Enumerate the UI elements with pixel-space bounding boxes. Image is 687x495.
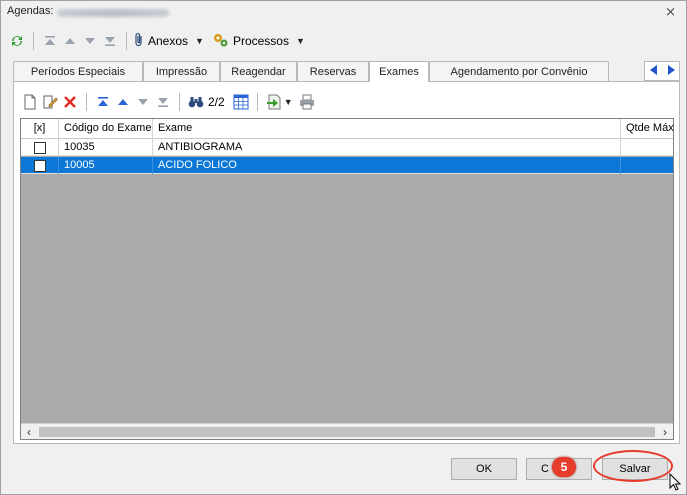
qtde-cell [621, 157, 673, 174]
processos-button[interactable]: Processos ▼ [212, 32, 305, 51]
row-select-cell [21, 157, 59, 174]
grid-header-row: [x] Código do Exame Exame Qtde Máx [21, 119, 673, 139]
exames-toolbar: 2/2 ▼ [20, 90, 317, 114]
printer-icon[interactable] [297, 92, 317, 112]
exame-cell: ANTIBIOGRAMA [153, 139, 621, 156]
mouse-cursor-icon [669, 472, 682, 494]
import-icon[interactable] [264, 92, 284, 112]
column-header-select[interactable]: [x] [21, 119, 59, 139]
edit-document-icon[interactable] [40, 92, 60, 112]
tab-label: Reagendar [231, 65, 286, 78]
agendas-window: Agendas: ⨯ Anexos ▼ Processos ▼ Períodos… [0, 0, 687, 495]
delete-icon[interactable] [60, 92, 80, 112]
scroll-left-icon[interactable]: ‹ [21, 424, 37, 439]
move-first-icon[interactable] [93, 92, 113, 112]
tab-strip: Períodos Especiais Impressão Reagendar R… [13, 61, 680, 82]
chevron-down-icon[interactable]: ▼ [284, 97, 293, 107]
tab-label: Períodos Especiais [30, 65, 126, 78]
tab-scroll-buttons [644, 61, 680, 81]
exame-cell: ACIDO FOLICO [153, 157, 621, 174]
toolbar-separator [126, 32, 127, 50]
move-down-icon [133, 92, 153, 112]
exames-tab-panel: 2/2 ▼ [x] Código do Exame Exame Qtde Máx [13, 81, 680, 444]
scroll-right-icon[interactable]: › [657, 424, 673, 439]
redacted-title-text [57, 9, 169, 17]
tab-label: Reservas [309, 65, 357, 78]
chevron-down-icon: ▼ [195, 36, 204, 46]
toolbar-separator [33, 32, 34, 50]
column-header-codigo[interactable]: Código do Exame [59, 119, 153, 139]
column-header-qtde-max[interactable]: Qtde Máx [621, 119, 673, 139]
move-up-icon[interactable] [113, 92, 133, 112]
move-last-icon [100, 31, 120, 51]
move-down-icon [80, 31, 100, 51]
record-counter: 2/2 [208, 95, 225, 109]
step-badge: 5 [552, 457, 576, 477]
column-header-exame[interactable]: Exame [153, 119, 621, 139]
move-up-icon [60, 31, 80, 51]
toolbar-separator [86, 93, 87, 111]
row-checkbox[interactable] [33, 160, 46, 172]
tab-reservas[interactable]: Reservas [297, 61, 369, 81]
table-row[interactable]: 10035 ANTIBIOGRAMA [21, 139, 673, 156]
move-last-icon [153, 92, 173, 112]
toolbar-separator [256, 93, 258, 111]
anexos-label: Anexos [148, 34, 189, 48]
binoculars-icon[interactable] [186, 92, 206, 112]
main-toolbar: Anexos ▼ Processos ▼ [7, 29, 681, 53]
grid-select-icon[interactable] [231, 92, 251, 112]
horizontal-scrollbar[interactable]: ‹ › [21, 423, 673, 439]
qtde-cell [621, 139, 673, 156]
chevron-down-icon: ▼ [295, 36, 305, 46]
ok-button[interactable]: OK [451, 458, 517, 480]
tab-scroll-left-icon[interactable] [649, 64, 658, 78]
paperclip-icon [133, 32, 145, 51]
table-row[interactable]: 10005 ACIDO FOLICO [21, 157, 673, 174]
tab-agendamento-por-convenio[interactable]: Agendamento por Convênio [429, 61, 609, 81]
row-select-cell [21, 139, 59, 156]
codigo-cell: 10035 [59, 139, 153, 156]
toolbar-separator [179, 93, 180, 111]
window-title: Agendas: [7, 5, 54, 17]
ok-label: OK [476, 463, 492, 475]
exames-grid: [x] Código do Exame Exame Qtde Máx 10035… [20, 118, 674, 440]
tab-impressao[interactable]: Impressão [143, 61, 220, 81]
tab-label: Impressão [155, 65, 208, 78]
scrollbar-thumb[interactable] [39, 427, 655, 437]
tab-label: Exames [379, 66, 419, 78]
title-bar: Agendas: ⨯ [1, 1, 686, 23]
cancel-label: C [541, 463, 549, 475]
anexos-button[interactable]: Anexos ▼ [133, 32, 204, 51]
refresh-icon[interactable] [7, 31, 27, 51]
tab-scroll-right-icon[interactable] [667, 64, 675, 78]
move-first-icon [40, 31, 60, 51]
tab-label: Agendamento por Convênio [450, 65, 588, 78]
codigo-cell: 10005 [59, 157, 153, 174]
annotation-highlight-ring [593, 450, 673, 482]
processos-label: Processos [232, 34, 289, 48]
tab-periodos-especiais[interactable]: Períodos Especiais [13, 61, 143, 81]
close-icon[interactable]: ⨯ [665, 4, 676, 20]
row-checkbox[interactable] [33, 142, 46, 154]
tab-reagendar[interactable]: Reagendar [220, 61, 297, 81]
gears-icon [212, 32, 230, 51]
tab-exames[interactable]: Exames [369, 61, 429, 82]
new-document-icon[interactable] [20, 92, 40, 112]
